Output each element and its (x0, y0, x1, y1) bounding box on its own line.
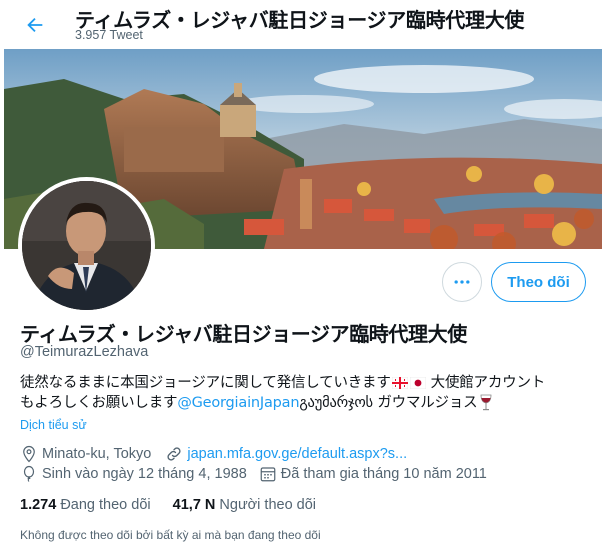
followers-count: 41,7 N (172, 497, 216, 513)
followers-label: Người theo dõi (219, 497, 317, 513)
following-label: Đang theo dõi (60, 497, 151, 513)
following-count: 1.274 (20, 497, 57, 513)
back-button[interactable] (18, 8, 52, 42)
location-text: Minato-ku, Tokyo (42, 446, 152, 462)
followers-link[interactable]: 41,7 N Người theo dõi (173, 497, 316, 513)
bio-text: გაუმარჯოს ガウマルジョス (299, 395, 478, 411)
arrow-left-icon (27, 17, 43, 33)
following-link[interactable]: 1.274 Đang theo dõi (20, 497, 151, 513)
follow-stats: 1.274 Đang theo dõi 41,7 N Người theo dõ… (20, 497, 316, 513)
translate-bio-link[interactable]: Dịch tiểu sử (20, 418, 87, 432)
more-horizontal-icon (454, 280, 470, 284)
wine-glass-icon (481, 394, 492, 411)
balloon-icon (23, 465, 35, 482)
display-name: ティムラズ・レジャバ駐日ジョージア臨時代理大使 (20, 322, 467, 346)
link-icon (167, 447, 181, 461)
more-button[interactable] (442, 262, 482, 302)
profile-meta-row-1: Minato-ku, Tokyo japan.mfa.gov.ge/defaul… (20, 445, 407, 463)
bio-mention-link[interactable]: @GeorgiainJapan (177, 393, 299, 413)
bio-text: もよろしくお願いします (20, 395, 178, 411)
japan-flag-icon (409, 377, 426, 389)
handle: @TeimurazLezhava (20, 344, 149, 360)
followed-by-note: Không được theo dõi bởi bất kỳ ai mà bạn… (20, 528, 321, 542)
bio-text: 徒然なるままに本国ジョージアに関して発信していきます (20, 375, 391, 391)
calendar-icon (260, 467, 276, 482)
tweet-count: 3.957 Tweet (75, 28, 143, 42)
avatar[interactable] (18, 177, 155, 314)
follow-button[interactable]: Theo dõi (491, 262, 586, 302)
birthday-text: Sinh vào ngày 12 tháng 4, 1988 (42, 466, 247, 482)
profile-meta-row-2: Sinh vào ngày 12 tháng 4, 1988 Đã tham g… (20, 465, 487, 483)
joined-text: Đã tham gia tháng 10 năm 2011 (280, 466, 487, 482)
bio: 徒然なるままに本国ジョージアに関して発信していきます 大使館アカウント もよろし… (20, 373, 590, 413)
georgia-flag-icon (391, 377, 408, 389)
bio-text: 大使館アカウント (430, 375, 546, 391)
profile-header: ティムラズ・レジャバ駐日ジョージア臨時代理大使 3.957 Tweet (0, 0, 606, 48)
website-link[interactable]: japan.mfa.gov.ge/default.aspx?s... (187, 446, 407, 462)
location-pin-icon (23, 445, 35, 463)
